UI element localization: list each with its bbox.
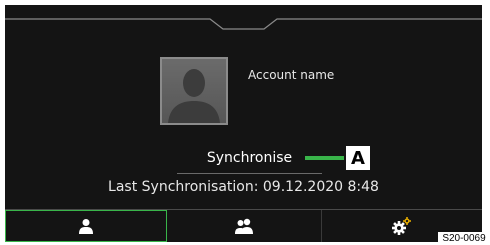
user-icon bbox=[79, 219, 93, 234]
top-notch-divider bbox=[5, 18, 482, 30]
settings-icon bbox=[392, 217, 411, 235]
person-silhouette-icon bbox=[162, 59, 226, 123]
bottom-tab-bar bbox=[5, 209, 482, 242]
users-icon bbox=[235, 218, 253, 234]
account-avatar[interactable] bbox=[160, 57, 228, 125]
account-name-label: Account name bbox=[248, 68, 335, 82]
callout-connector-line bbox=[305, 156, 345, 160]
tab-users[interactable] bbox=[167, 210, 322, 242]
synchronise-button[interactable]: Synchronise bbox=[192, 146, 307, 170]
figure-code-label: S20-0069 bbox=[438, 232, 490, 245]
callout-label-a: A bbox=[344, 144, 372, 172]
last-synchronisation-status: Last Synchronisation: 09.12.2020 8:48 bbox=[108, 179, 379, 195]
synchronise-underline bbox=[177, 173, 322, 174]
infotainment-screen: Account name Synchronise A Last Synchron… bbox=[5, 5, 482, 242]
tab-user[interactable] bbox=[5, 210, 167, 242]
